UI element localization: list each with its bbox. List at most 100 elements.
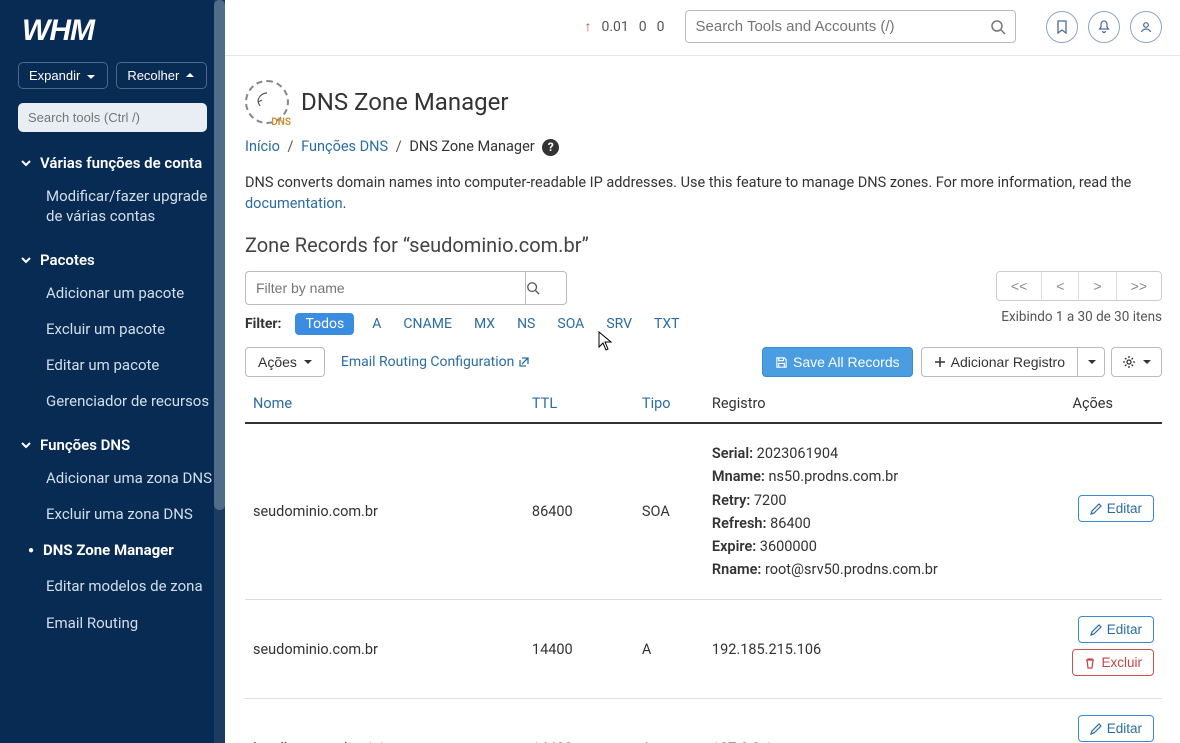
search-icon (990, 19, 1006, 35)
pager: << < > >> (996, 271, 1162, 301)
sidebar-nav: Várias funções de conta Modificar/fazer … (0, 142, 225, 743)
bookmark-button[interactable] (1046, 11, 1078, 43)
help-icon[interactable]: ? (542, 139, 559, 156)
external-link-icon (518, 356, 530, 368)
expand-button[interactable]: Expandir (18, 62, 108, 89)
cell-type: A (634, 699, 704, 743)
topbar: ↑ 0.01 0 0 (225, 0, 1180, 56)
nav-section-dns[interactable]: Funções DNS (0, 428, 225, 460)
cell-type: SOA (634, 423, 704, 600)
breadcrumb-home[interactable]: Início (245, 138, 280, 155)
col-record: Registro (704, 385, 1065, 423)
documentation-link[interactable]: documentation (245, 195, 343, 212)
table-row: seudominio.com.br86400SOASerial: 2023061… (245, 423, 1162, 600)
cell-ttl: 14400 (524, 600, 634, 699)
filter-ns[interactable]: NS (513, 314, 539, 334)
nav-item-resource-manager[interactable]: Gerenciador de recursos (0, 383, 225, 419)
breadcrumb-dns-functions[interactable]: Funções DNS (301, 138, 388, 155)
table-row: localhost.seudominio.com14400A127.0.0.1E… (245, 699, 1162, 743)
edit-button[interactable]: Editar (1078, 495, 1154, 522)
cell-record: 192.185.215.106 (704, 600, 1065, 699)
cell-ttl: 14400 (524, 699, 634, 743)
edit-button[interactable]: Editar (1078, 616, 1154, 643)
filter-txt[interactable]: TXT (650, 314, 683, 334)
add-record-button[interactable]: Adicionar Registro (921, 347, 1078, 377)
nav-section-multi[interactable]: Várias funções de conta (0, 146, 225, 178)
user-icon (1139, 20, 1153, 34)
save-all-button[interactable]: Save All Records (762, 347, 913, 377)
cell-type: A (634, 600, 704, 699)
dns-records-table: Nome TTL Tipo Registro Ações seudominio.… (245, 385, 1162, 743)
filter-search-button[interactable] (525, 271, 567, 305)
cell-name: localhost.seudominio.com (245, 699, 524, 743)
search-icon (526, 281, 540, 295)
pager-info: Exibindo 1 a 30 de 30 itens (1001, 309, 1162, 325)
cell-ttl: 86400 (524, 423, 634, 600)
chevron-down-icon (20, 157, 32, 169)
save-icon (775, 356, 788, 369)
sidebar-search-input[interactable] (18, 103, 207, 132)
actions-dropdown[interactable]: Ações (245, 347, 325, 377)
add-record-dropdown[interactable] (1078, 347, 1105, 377)
upload-arrow-icon: ↑ (584, 18, 591, 35)
trash-icon (1084, 657, 1096, 669)
filter-label: Filter: (245, 316, 281, 332)
email-routing-link[interactable]: Email Routing Configuration (341, 354, 530, 370)
nav-item-add-zone[interactable]: Adicionar uma zona DNS (0, 460, 225, 496)
col-type[interactable]: Tipo (634, 385, 704, 423)
nav-item-edit-zone-templates[interactable]: Editar modelos de zona (0, 568, 225, 604)
account-button[interactable] (1130, 11, 1162, 43)
server-stats: ↑ 0.01 0 0 (584, 18, 664, 35)
cell-actions: Editar Excluir (1064, 600, 1162, 699)
breadcrumb-current: DNS Zone Manager (409, 138, 534, 155)
arrow-up-icon (184, 70, 196, 82)
edit-button[interactable]: Editar (1078, 715, 1154, 742)
chevron-down-icon (20, 439, 32, 451)
nav-section-packages[interactable]: Pacotes (0, 243, 225, 275)
pencil-icon (1090, 624, 1102, 636)
pager-last[interactable]: >> (1117, 272, 1161, 300)
pager-prev[interactable]: < (1042, 272, 1079, 300)
cell-name: seudominio.com.br (245, 423, 524, 600)
nav-item-modify-upgrade[interactable]: Modificar/fazer upgrade de várias contas (0, 178, 225, 235)
collapse-button[interactable]: Recolher (116, 62, 207, 89)
filter-cname[interactable]: CNAME (399, 314, 456, 334)
sidebar: WHM Expandir Recolher Várias funções de … (0, 0, 225, 743)
settings-dropdown[interactable] (1111, 347, 1162, 377)
nav-item-edit-package[interactable]: Editar um pacote (0, 347, 225, 383)
intro-text: DNS converts domain names into computer-… (245, 172, 1162, 216)
cell-actions: EditarExcluir (1064, 699, 1162, 743)
zone-records-heading: Zone Records for “seudominio.com.br” (245, 233, 1162, 257)
filter-a[interactable]: A (368, 314, 385, 334)
nav-item-add-package[interactable]: Adicionar um pacote (0, 275, 225, 311)
filter-all[interactable]: Todos (295, 313, 354, 335)
filter-srv[interactable]: SRV (602, 314, 636, 334)
whm-logo: WHM (0, 0, 225, 52)
pager-next[interactable]: > (1079, 272, 1116, 300)
filter-name-input[interactable] (245, 271, 525, 305)
dns-zone-icon: DNS (245, 80, 289, 124)
col-ttl[interactable]: TTL (524, 385, 634, 423)
notifications-button[interactable] (1088, 11, 1120, 43)
nav-item-delete-zone[interactable]: Excluir uma zona DNS (0, 496, 225, 532)
breadcrumb: Início / Funções DNS / DNS Zone Manager … (245, 138, 1162, 156)
col-actions: Ações (1064, 385, 1162, 423)
cell-name: seudominio.com.br (245, 600, 524, 699)
main-content: DNS DNS Zone Manager Início / Funções DN… (225, 56, 1180, 743)
pager-first[interactable]: << (997, 272, 1042, 300)
cell-record: Serial: 2023061904Mname: ns50.prodns.com… (704, 423, 1065, 600)
nav-item-delete-package[interactable]: Excluir um pacote (0, 311, 225, 347)
sidebar-scrollbar-thumb[interactable] (214, 0, 225, 510)
col-name[interactable]: Nome (245, 385, 524, 423)
global-search-input[interactable] (685, 10, 1016, 43)
filter-mx[interactable]: MX (470, 314, 499, 334)
bell-icon (1097, 20, 1111, 34)
table-row: seudominio.com.br14400A192.185.215.106Ed… (245, 600, 1162, 699)
delete-button[interactable]: Excluir (1072, 649, 1154, 676)
nav-item-email-routing[interactable]: Email Routing (0, 605, 225, 641)
nav-item-dns-zone-manager[interactable]: DNS Zone Manager (0, 532, 225, 568)
bookmark-icon (1055, 20, 1069, 34)
cell-actions: Editar (1064, 423, 1162, 600)
filter-soa[interactable]: SOA (553, 314, 588, 334)
plus-icon (934, 356, 946, 368)
